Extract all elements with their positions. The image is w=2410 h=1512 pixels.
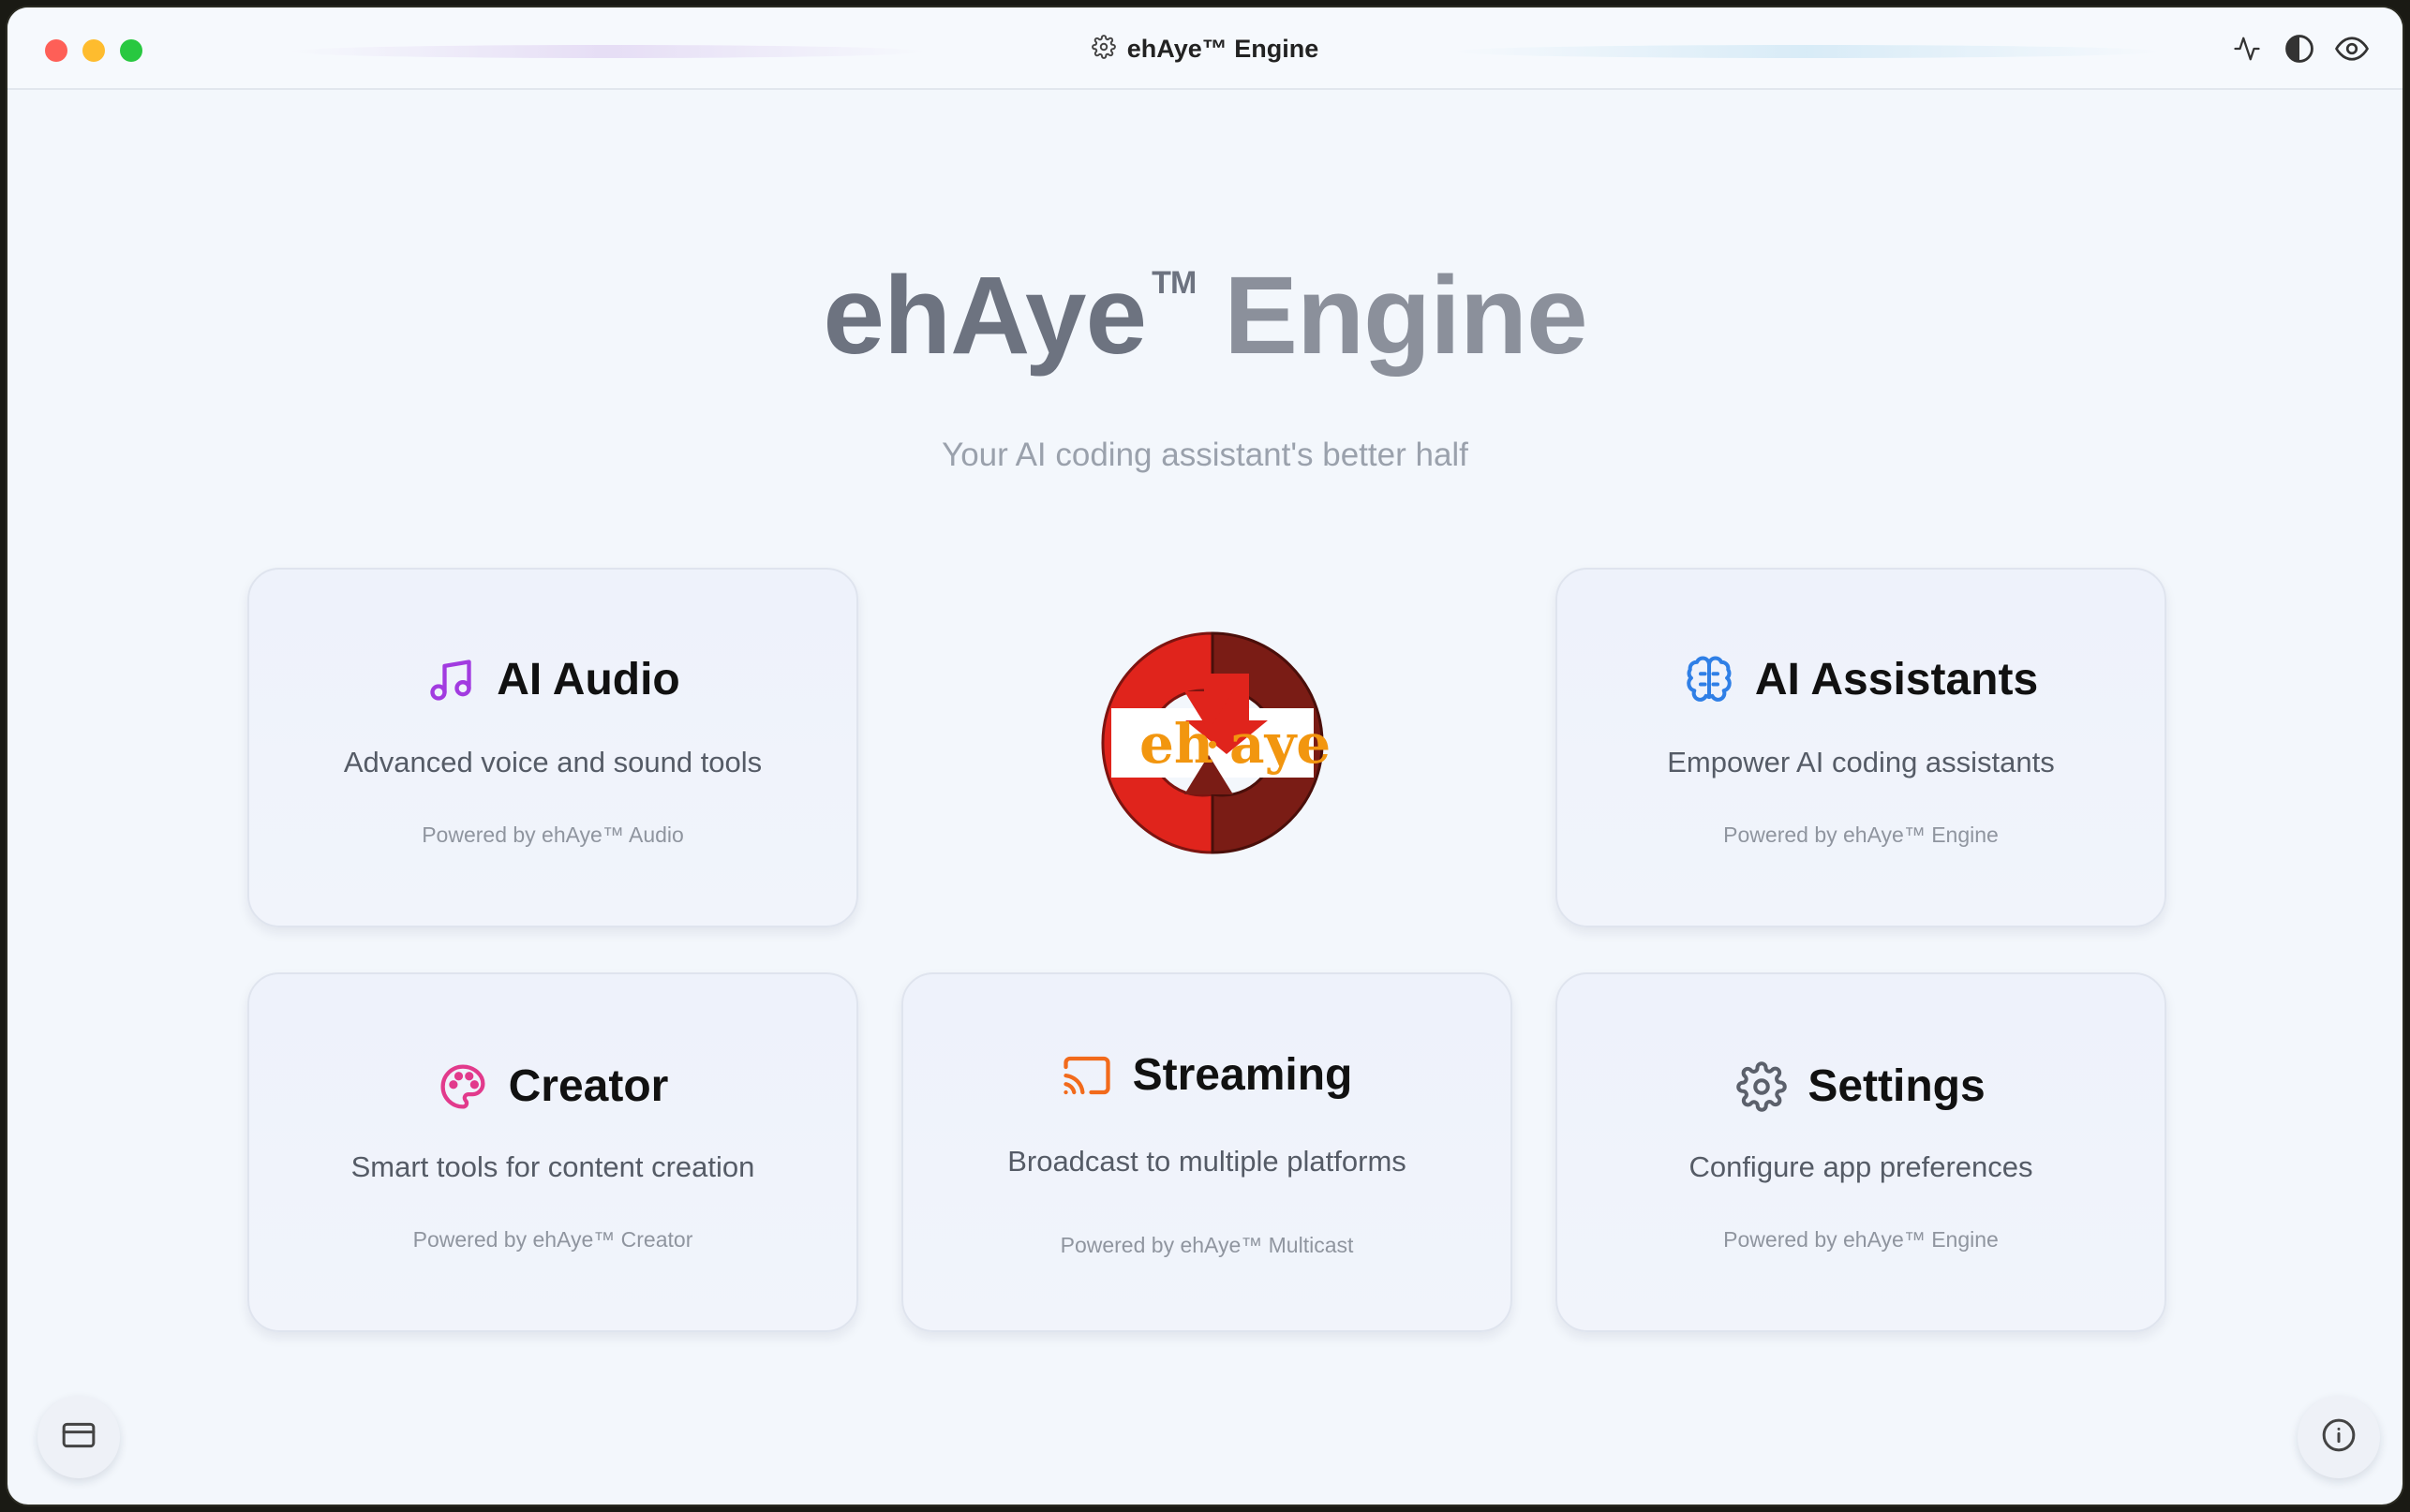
card-title: AI Assistants xyxy=(1754,655,2039,704)
card-title: AI Audio xyxy=(497,655,680,704)
page-subtitle: Your AI coding assistant's better half xyxy=(942,437,1468,473)
logo-text-eh: eh xyxy=(1139,712,1213,776)
card-description: Broadcast to multiple platforms xyxy=(1007,1145,1406,1178)
card-footer: Powered by ehAye™ Engine xyxy=(1723,823,1999,847)
streaming-card[interactable]: Streaming Broadcast to multiple platform… xyxy=(901,972,1512,1332)
info-button[interactable] xyxy=(2298,1396,2380,1478)
card-footer: Powered by ehAye™ Audio xyxy=(422,823,684,847)
title-gear-icon xyxy=(1091,34,1116,64)
card-description: Advanced voice and sound tools xyxy=(343,746,763,778)
gear-icon xyxy=(1736,1060,1788,1112)
card-description: Smart tools for content creation xyxy=(350,1150,755,1183)
brain-icon xyxy=(1684,655,1734,705)
brand-name: ehAye xyxy=(823,254,1147,378)
ai-audio-card[interactable]: AI Audio Advanced voice and sound tools … xyxy=(247,568,858,927)
card-footer: Powered by ehAye™ Creator xyxy=(412,1227,693,1252)
ehaye-logo: eh · aye xyxy=(1046,598,1379,888)
panel-toggle-button[interactable] xyxy=(37,1396,120,1478)
card-footer: Powered by ehAye™ Multicast xyxy=(1060,1233,1354,1257)
ai-assistants-card[interactable]: AI Assistants Empower AI coding assistan… xyxy=(1555,568,2166,927)
card-title: Settings xyxy=(1808,1061,1986,1111)
eye-icon[interactable] xyxy=(2335,32,2369,66)
settings-card[interactable]: Settings Configure app preferences Power… xyxy=(1555,972,2166,1332)
music-note-icon xyxy=(425,655,476,705)
info-icon xyxy=(2320,1416,2358,1459)
app-window: ehAye™ Engine ehAye TM Engine Your AI co… xyxy=(7,7,2403,1505)
card-icon xyxy=(60,1416,97,1459)
card-description: Configure app preferences xyxy=(1688,1150,2033,1183)
contrast-toggle-icon[interactable] xyxy=(2283,32,2316,66)
engine-word: Engine xyxy=(1224,254,1587,378)
card-title: Streaming xyxy=(1132,1050,1353,1100)
logo-dot: · xyxy=(1205,721,1219,769)
palette-icon xyxy=(438,1061,488,1112)
card-description: Empower AI coding assistants xyxy=(1667,746,2055,778)
card-title: Creator xyxy=(508,1061,669,1111)
card-footer: Powered by ehAye™ Engine xyxy=(1723,1227,1999,1252)
page-title: ehAye TM Engine xyxy=(7,260,2403,371)
cast-icon xyxy=(1062,1050,1112,1101)
activity-icon[interactable] xyxy=(2230,32,2264,66)
logo-text-aye: aye xyxy=(1229,712,1331,776)
title-bar: ehAye™ Engine xyxy=(7,7,2403,90)
window-title: ehAye™ Engine xyxy=(1126,34,1319,63)
trademark-mark: TM xyxy=(1152,265,1197,301)
creator-card[interactable]: Creator Smart tools for content creation… xyxy=(247,972,858,1332)
